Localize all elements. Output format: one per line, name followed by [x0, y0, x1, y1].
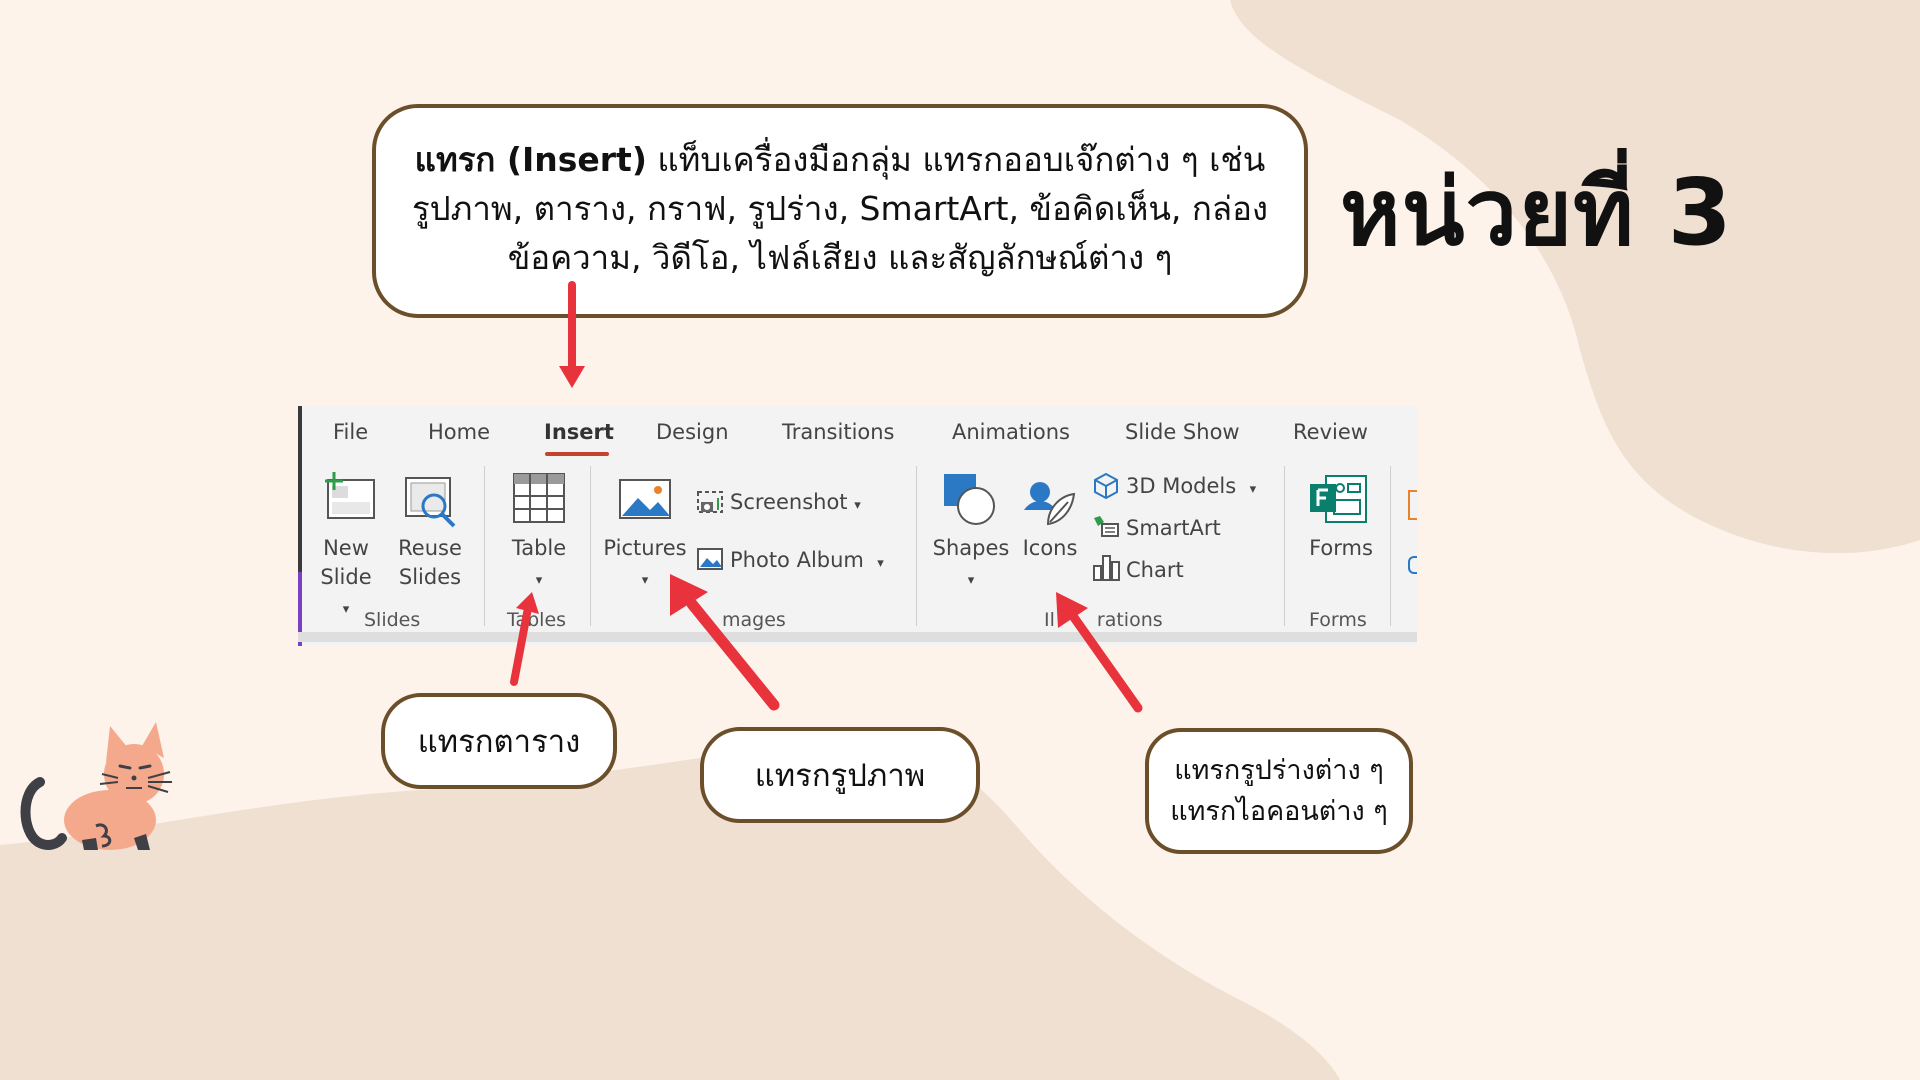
callout-shapes-line2: แทรกไอคอนต่าง ๆ — [1170, 796, 1388, 827]
annotation-arrows — [510, 281, 1143, 713]
callout-insert-pictures-text: แทรกรูปภาพ — [754, 758, 926, 794]
arrow-to-illustrations — [1056, 592, 1143, 713]
callout-insert-pictures: แทรกรูปภาพ — [700, 727, 980, 823]
callout-insert-table: แทรกตาราง — [381, 693, 617, 789]
callout-insert-table-text: แทรกตาราง — [417, 724, 581, 760]
arrow-to-pictures — [670, 574, 780, 711]
callout-shapes-line1: แทรกรูปร่างต่าง ๆ — [1174, 755, 1384, 786]
arrow-to-insert-tab — [559, 281, 585, 388]
callout-insert-shapes-icons: แทรกรูปร่างต่าง ๆ แทรกไอคอนต่าง ๆ — [1145, 728, 1413, 854]
arrow-to-table — [510, 592, 539, 686]
cat-illustration — [20, 722, 172, 850]
